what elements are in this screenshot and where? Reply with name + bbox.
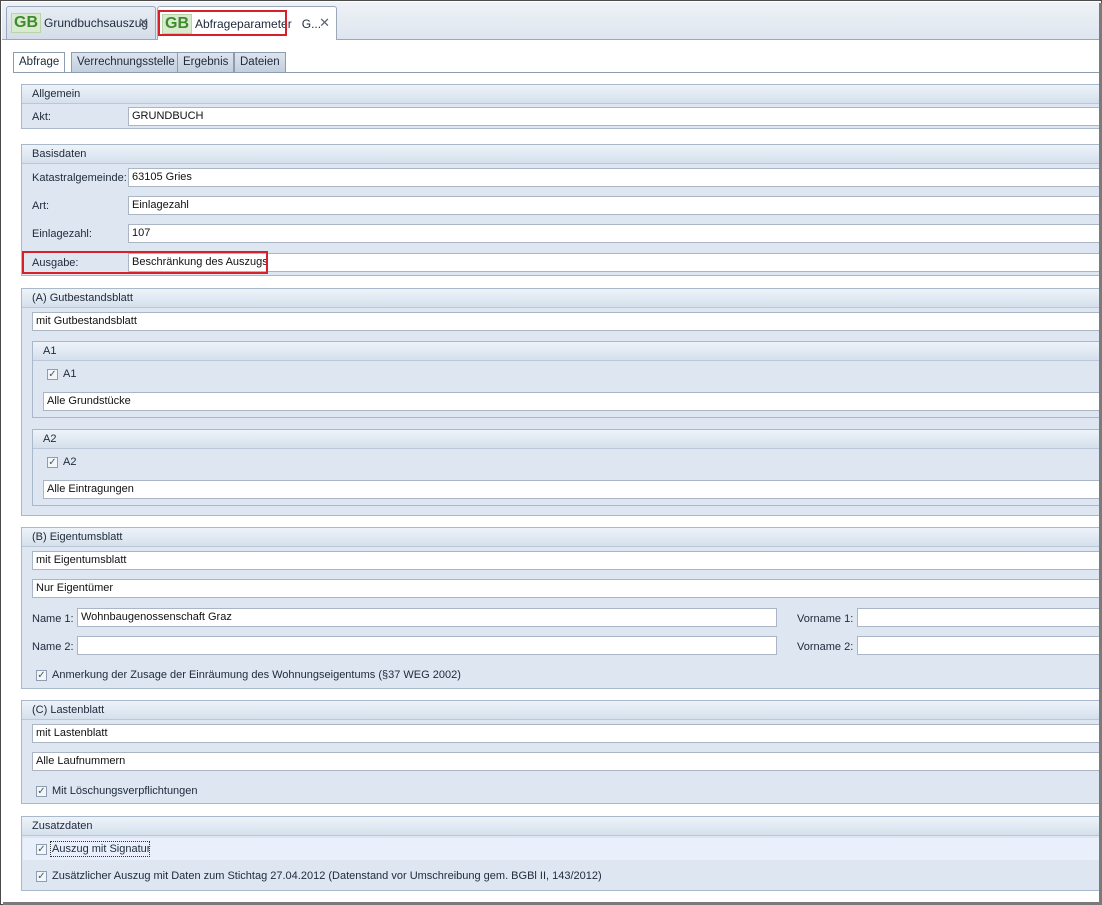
group-title: Allgemein [22, 85, 1101, 104]
vorname1-label: Vorname 1: [797, 613, 854, 625]
eigentuemer-select[interactable]: Nur Eigentümer [32, 579, 1102, 598]
group-title: Basisdaten [22, 145, 1101, 164]
a1-select[interactable]: Alle Grundstücke [43, 392, 1102, 411]
doc-tab-grundbuchsauszug[interactable]: GB Grundbuchsauszug ✕ [6, 6, 156, 39]
akt-field[interactable]: GRUNDBUCH [128, 107, 1102, 126]
doc-tab-abfrageparameter[interactable]: GB Abfrageparameter G... ✕ [157, 6, 337, 40]
group-title: (C) Lastenblatt [22, 701, 1101, 720]
close-icon[interactable]: ✕ [319, 15, 330, 31]
tab-underline [13, 72, 1100, 73]
art-label: Art: [32, 200, 50, 212]
name2-field[interactable] [77, 636, 777, 655]
group-title: (B) Eigentumsblatt [22, 528, 1101, 547]
ausgabe-label: Ausgabe: [32, 257, 79, 269]
close-icon[interactable]: ✕ [138, 15, 149, 31]
doc-tab-label: Abfrageparameter [195, 16, 292, 31]
einlagezahl-label: Einlagezahl: [32, 228, 92, 240]
laufnummern-select[interactable]: Alle Laufnummern [32, 752, 1102, 771]
a2-checkbox-label: A2 [63, 456, 77, 468]
a2-checkbox[interactable]: ✓ [47, 457, 58, 468]
group-lastenblatt: (C) Lastenblatt mit Lastenblatt Alle Lau… [21, 700, 1102, 804]
stichtag-checkbox[interactable]: ✓ [36, 871, 47, 882]
loeschung-checkbox[interactable]: ✓ [36, 786, 47, 797]
stichtag-checkbox-label: Zusätzlicher Auszug mit Daten zum Sticht… [52, 870, 602, 882]
tab-dateien[interactable]: Dateien [234, 52, 286, 72]
tab-abfrage[interactable]: Abfrage [13, 52, 66, 73]
group-gutbestandsblatt: (A) Gutbestandsblatt mit Gutbestandsblat… [21, 288, 1102, 516]
gb-logo-icon: GB [162, 13, 192, 34]
a1-checkbox-label: A1 [63, 368, 77, 380]
anmerkung-checkbox[interactable]: ✓ [36, 670, 47, 681]
gb-logo-icon: GB [11, 13, 41, 33]
group-title: (A) Gutbestandsblatt [22, 289, 1101, 308]
subgroup-title: A2 [33, 430, 1102, 449]
gutbestand-select[interactable]: mit Gutbestandsblatt [32, 312, 1102, 331]
subgroup-a2: A2 ✓ A2 Alle Eintragungen [32, 429, 1102, 506]
art-field[interactable]: Einlagezahl [128, 196, 1102, 215]
doc-tab-label: Grundbuchsauszug [44, 16, 149, 30]
group-title: Zusatzdaten [22, 817, 1101, 836]
group-eigentumsblatt: (B) Eigentumsblatt mit Eigentumsblatt Nu… [21, 527, 1102, 689]
a1-checkbox[interactable]: ✓ [47, 369, 58, 380]
selected-row [23, 838, 1101, 860]
anmerkung-checkbox-label: Anmerkung der Zusage der Einräumung des … [52, 669, 461, 681]
document-tab-bar: GB Grundbuchsauszug ✕ GB Abfrageparamete… [2, 2, 1100, 40]
group-basisdaten: Basisdaten Katastralgemeinde: 63105 Grie… [21, 144, 1102, 276]
loeschung-checkbox-label: Mit Löschungsverpflichtungen [52, 785, 198, 797]
vorname2-label: Vorname 2: [797, 641, 854, 653]
ausgabe-field[interactable]: Beschränkung des Auszugs [128, 253, 1102, 272]
tab-ergebnis[interactable]: Ergebnis [177, 52, 235, 72]
focus-outline [50, 841, 150, 857]
akt-label: Akt: [32, 111, 51, 123]
vorname1-field[interactable] [857, 608, 1102, 627]
name2-label: Name 2: [32, 641, 74, 653]
vorname2-field[interactable] [857, 636, 1102, 655]
einlagezahl-field[interactable]: 107 [128, 224, 1102, 243]
eigentum-select[interactable]: mit Eigentumsblatt [32, 551, 1102, 570]
katastralgemeinde-label: Katastralgemeinde: [32, 172, 127, 184]
signatur-checkbox[interactable]: ✓ [36, 844, 47, 855]
application-window: GB Grundbuchsauszug ✕ GB Abfrageparamete… [0, 0, 1102, 905]
tab-verrechnungsstelle[interactable]: Verrechnungsstelle [71, 52, 181, 72]
name1-label: Name 1: [32, 613, 74, 625]
name1-field[interactable]: Wohnbaugenossenschaft Graz [77, 608, 777, 627]
a2-select[interactable]: Alle Eintragungen [43, 480, 1102, 499]
subgroup-title: A1 [33, 342, 1102, 361]
katastralgemeinde-field[interactable]: 63105 Gries [128, 168, 1102, 187]
lasten-select[interactable]: mit Lastenblatt [32, 724, 1102, 743]
group-zusatzdaten: Zusatzdaten ✓ Auszug mit Signatur ✓ Zusä… [21, 816, 1101, 891]
subgroup-a1: A1 ✓ A1 Alle Grundstücke [32, 341, 1102, 418]
group-allgemein: Allgemein Akt: GRUNDBUCH [21, 84, 1102, 129]
